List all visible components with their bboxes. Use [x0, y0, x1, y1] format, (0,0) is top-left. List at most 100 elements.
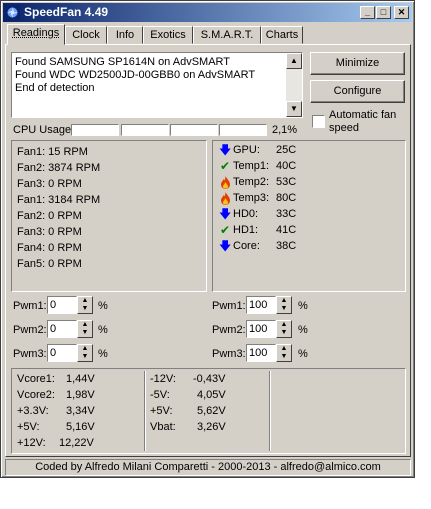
- voltages-box: Vcore1: 1,44V Vcore2: 1,98V +3.3V: 3,34V…: [11, 368, 406, 454]
- temp-value: 25C: [276, 144, 297, 156]
- spin-arrows-icon[interactable]: ▲ ▼: [276, 320, 292, 338]
- window-title: SpeedFan 4.49: [24, 5, 109, 19]
- tab-info-label: Info: [115, 29, 135, 41]
- voltage-name: +5V:: [150, 405, 173, 417]
- fan-reading: Fan3: 0 RPM: [17, 178, 82, 190]
- pwm-unit: %: [298, 300, 308, 312]
- voltage-value: 5,62V: [197, 405, 226, 417]
- pwm-label: Pwm2:: [212, 324, 246, 336]
- temp-name: Core:: [233, 240, 260, 252]
- temp-name: GPU:: [233, 144, 260, 156]
- tab-charts[interactable]: Charts: [261, 26, 303, 44]
- fan-reading: Fan1: 3184 RPM: [17, 194, 101, 206]
- tab-smart-label: S.M.A.R.T.: [200, 29, 254, 41]
- temp-value: 41C: [276, 224, 297, 236]
- pwm-value[interactable]: 100: [246, 296, 276, 314]
- temp-value: 38C: [276, 240, 297, 252]
- tab-charts-label: Charts: [265, 29, 299, 41]
- voltage-name: Vcore2:: [17, 389, 55, 401]
- pwm-label: Pwm3:: [212, 348, 246, 360]
- pwm3-right-spinner[interactable]: 100 ▲ ▼: [246, 344, 294, 362]
- tab-readings-label: Readings: [12, 27, 60, 39]
- arrow-up-icon: ▲: [290, 56, 298, 65]
- voltage-value: 5,16V: [66, 421, 95, 433]
- arrow-down-icon: 🡇: [219, 143, 232, 157]
- log-line: Found SAMSUNG SP1614N on AdvSMART: [15, 56, 231, 68]
- voltage-value: 1,44V: [66, 373, 95, 385]
- voltage-value: 3,26V: [197, 421, 226, 433]
- temp-name: Temp2:: [233, 176, 270, 188]
- tab-clock-label: Clock: [72, 29, 100, 41]
- detection-log[interactable]: Found SAMSUNG SP1614N on AdvSMART Found …: [11, 52, 303, 118]
- voltage-name: Vbat:: [150, 421, 176, 433]
- title-bar[interactable]: SpeedFan 4.49 _ □ ✕: [3, 3, 412, 22]
- spin-arrows-icon[interactable]: ▲ ▼: [77, 320, 93, 338]
- voltage-name: +12V:: [17, 437, 46, 449]
- cpu-usage-bar: [71, 124, 119, 136]
- automatic-fan-speed-label[interactable]: Automatic fan speed: [329, 109, 396, 135]
- log-line: Found WDC WD2500JD-00GBB0 on AdvSMART: [15, 69, 256, 81]
- cpu-usage-bar: [121, 124, 169, 136]
- flame-icon: [219, 176, 231, 189]
- pwm-unit: %: [298, 348, 308, 360]
- scroll-down-button[interactable]: ▼: [286, 101, 302, 117]
- pwm3-left-spinner[interactable]: 0 ▲ ▼: [47, 344, 95, 362]
- cpu-usage-bar: [219, 124, 267, 136]
- pwm1-left-spinner[interactable]: 0 ▲ ▼: [47, 296, 95, 314]
- log-scrollbar[interactable]: ▲ ▼: [286, 53, 302, 117]
- voltage-value: 12,22V: [59, 437, 94, 449]
- voltage-name: -12V:: [150, 373, 176, 385]
- tab-smart[interactable]: S.M.A.R.T.: [193, 26, 261, 44]
- arrow-down-icon: 🡇: [219, 239, 232, 253]
- fan-reading: Fan5: 0 RPM: [17, 258, 82, 270]
- temp-value: 33C: [276, 208, 297, 220]
- voltage-name: -5V:: [150, 389, 170, 401]
- pwm2-left-spinner[interactable]: 0 ▲ ▼: [47, 320, 95, 338]
- fan-reading: Fan1: 15 RPM: [17, 146, 88, 158]
- log-line: End of detection: [15, 82, 95, 94]
- pwm-label: Pwm1:: [212, 300, 246, 312]
- tab-clock[interactable]: Clock: [65, 26, 107, 44]
- status-bar: Coded by Alfredo Milani Comparetti - 200…: [5, 459, 411, 476]
- spin-arrows-icon[interactable]: ▲ ▼: [276, 344, 292, 362]
- tab-info[interactable]: Info: [107, 26, 143, 44]
- maximize-window-button[interactable]: □: [376, 6, 391, 19]
- pwm-unit: %: [298, 324, 308, 336]
- pwm2-right-spinner[interactable]: 100 ▲ ▼: [246, 320, 294, 338]
- pwm-value[interactable]: 0: [47, 296, 77, 314]
- pwm-label: Pwm3:: [13, 348, 47, 360]
- maximize-icon: □: [380, 7, 387, 17]
- tab-readings[interactable]: Readings: [7, 24, 65, 45]
- checkmark-icon: ✔: [219, 223, 231, 237]
- spin-arrows-icon[interactable]: ▲ ▼: [77, 344, 93, 362]
- spin-arrows-icon[interactable]: ▲ ▼: [77, 296, 93, 314]
- readings-panel: Found SAMSUNG SP1614N on AdvSMART Found …: [5, 44, 411, 457]
- tab-exotics[interactable]: Exotics: [143, 26, 193, 44]
- voltage-divider: [144, 371, 146, 451]
- fan-reading: Fan4: 0 RPM: [17, 242, 82, 254]
- temp-value: 53C: [276, 176, 297, 188]
- voltage-name: Vcore1:: [17, 373, 55, 385]
- voltage-value: 1,98V: [66, 389, 95, 401]
- minimize-button[interactable]: Minimize: [310, 52, 405, 75]
- pwm1-right-spinner[interactable]: 100 ▲ ▼: [246, 296, 294, 314]
- pwm-value[interactable]: 100: [246, 320, 276, 338]
- scroll-up-button[interactable]: ▲: [286, 53, 302, 69]
- configure-button[interactable]: Configure: [310, 80, 405, 103]
- arrow-down-icon: 🡇: [219, 207, 232, 221]
- pwm-value[interactable]: 0: [47, 344, 77, 362]
- close-window-button[interactable]: ✕: [394, 6, 409, 19]
- temp-name: Temp1:: [233, 160, 270, 172]
- configure-button-label: Configure: [333, 85, 382, 97]
- minimize-window-button[interactable]: _: [360, 6, 375, 19]
- voltage-value: 3,34V: [66, 405, 95, 417]
- pwm-value[interactable]: 100: [246, 344, 276, 362]
- temp-name: Temp3:: [233, 192, 270, 204]
- temp-name: HD0:: [233, 208, 259, 220]
- minimize-button-label: Minimize: [335, 57, 380, 69]
- pwm-value[interactable]: 0: [47, 320, 77, 338]
- voltage-name: +3.3V:: [17, 405, 49, 417]
- temp-value: 40C: [276, 160, 297, 172]
- spin-arrows-icon[interactable]: ▲ ▼: [276, 296, 292, 314]
- automatic-fan-speed-checkbox[interactable]: [312, 115, 325, 128]
